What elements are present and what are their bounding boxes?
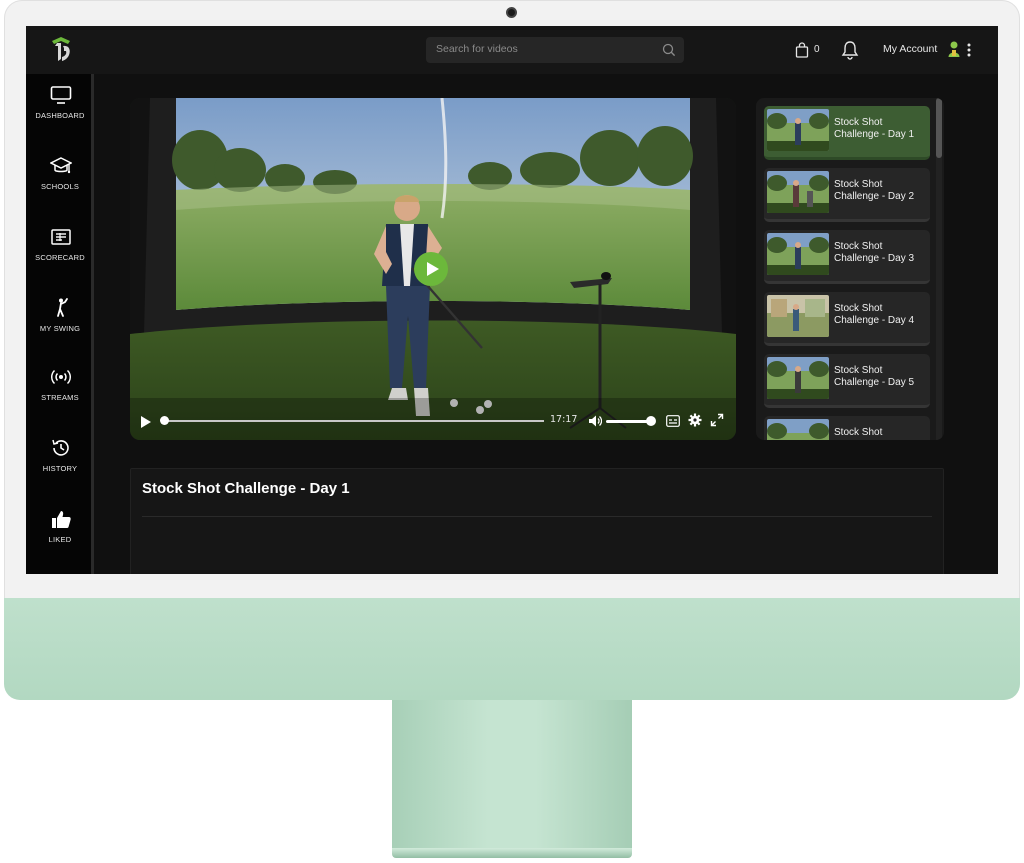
volume-icon[interactable] <box>588 414 603 428</box>
player-controls: 17:17 <box>130 406 736 436</box>
history-icon <box>50 437 72 459</box>
graduation-cap-icon <box>49 155 73 177</box>
cart-count: 0 <box>814 44 820 55</box>
sidebar-item-dashboard[interactable]: DASHBOARD <box>26 84 94 144</box>
monitor-icon <box>50 84 72 106</box>
video-thumbnail <box>767 295 829 337</box>
sidebar-item-history[interactable]: HISTORY <box>26 437 94 497</box>
video-thumbnail <box>767 233 829 275</box>
golfer-icon <box>50 297 72 319</box>
app-screen: Search for videos 0 My Account DASHBOARD <box>26 26 998 574</box>
sidebar-item-my-swing[interactable]: MY SWING <box>26 297 94 357</box>
progress-bar[interactable] <box>164 420 544 422</box>
notifications-bell-icon[interactable] <box>841 40 859 60</box>
playlist-item-title: Stock Shot <box>834 427 883 438</box>
avatar[interactable] <box>947 40 961 58</box>
video-thumbnail <box>767 109 829 151</box>
progress-handle[interactable] <box>160 416 169 425</box>
playlist-item[interactable]: Stock Shot Challenge - Day 2 <box>764 168 930 222</box>
video-thumbnail <box>767 357 829 399</box>
playlist-item-title: Stock Shot Challenge - Day 2 <box>834 179 915 202</box>
sidebar: DASHBOARD SCHOOLS SCORECARD MY SWING STR… <box>26 74 94 574</box>
sidebar-item-label: LIKED <box>48 535 72 544</box>
video-thumbnail <box>767 419 829 440</box>
playlist-item-title: Stock Shot Challenge - Day 5 <box>834 365 915 388</box>
sidebar-item-label: SCORECARD <box>35 253 85 262</box>
monitor-chin <box>4 598 1020 700</box>
playlist-item[interactable]: Stock Shot Challenge - Day 3 <box>764 230 930 284</box>
playlist-item[interactable]: Stock Shot <box>764 416 930 440</box>
video-player[interactable]: 17:17 <box>130 98 736 440</box>
sidebar-item-label: SCHOOLS <box>40 182 80 191</box>
monitor-stand <box>392 700 632 852</box>
sidebar-item-liked[interactable]: LIKED <box>26 508 94 568</box>
fullscreen-icon[interactable] <box>710 413 724 427</box>
playlist-item-title: Stock Shot Challenge - Day 3 <box>834 241 915 264</box>
volume-handle[interactable] <box>646 416 656 426</box>
shopping-bag-icon <box>795 42 809 58</box>
cart-button[interactable]: 0 <box>795 42 825 60</box>
video-info-panel: Stock Shot Challenge - Day 1 <box>130 468 944 574</box>
sidebar-item-streams[interactable]: STREAMS <box>26 366 94 426</box>
sidebar-item-scorecard[interactable]: SCORECARD <box>26 226 94 286</box>
video-playlist: Stock Shot Challenge - Day 1 Stock Shot … <box>756 98 944 440</box>
video-title: Stock Shot Challenge - Day 1 <box>142 480 350 497</box>
time-remaining: 17:17 <box>550 414 578 425</box>
search-bar[interactable]: Search for videos <box>426 37 684 63</box>
main-content: 17:17 Stock Shot Challenge - Day 1 Stock… <box>94 74 998 574</box>
more-options-icon[interactable] <box>966 42 972 58</box>
playlist-item[interactable]: Stock Shot Challenge - Day 5 <box>764 354 930 408</box>
search-icon[interactable] <box>662 43 676 57</box>
scorecard-icon <box>50 226 72 248</box>
brand-logo-icon[interactable] <box>48 35 74 63</box>
playlist-item[interactable]: Stock Shot Challenge - Day 1 <box>764 106 930 160</box>
sidebar-item-label: DASHBOARD <box>35 111 85 120</box>
video-thumbnail <box>767 171 829 213</box>
broadcast-icon <box>50 366 72 388</box>
thumbs-up-icon <box>50 508 72 530</box>
sidebar-item-schools[interactable]: SCHOOLS <box>26 155 94 215</box>
playlist-item[interactable]: Stock Shot Challenge - Day 4 <box>764 292 930 346</box>
settings-gear-icon[interactable] <box>688 413 702 427</box>
playlist-item-title: Stock Shot Challenge - Day 1 <box>834 117 915 140</box>
sidebar-item-label: STREAMS <box>41 393 79 402</box>
captions-icon[interactable] <box>666 414 680 427</box>
camera-icon <box>506 7 517 18</box>
playlist-item-title: Stock Shot Challenge - Day 4 <box>834 303 915 326</box>
divider <box>142 516 932 517</box>
play-overlay-button[interactable] <box>414 252 448 286</box>
monitor-stand-foot <box>392 848 632 858</box>
sidebar-item-label: HISTORY <box>42 464 78 473</box>
my-account-link[interactable]: My Account <box>883 43 937 55</box>
volume-slider[interactable] <box>606 420 650 423</box>
playlist-scrollbar-thumb[interactable] <box>936 98 942 158</box>
search-input[interactable]: Search for videos <box>436 43 518 55</box>
play-icon[interactable] <box>140 415 152 429</box>
top-bar: Search for videos 0 My Account <box>26 26 998 74</box>
sidebar-item-label: MY SWING <box>39 324 81 333</box>
